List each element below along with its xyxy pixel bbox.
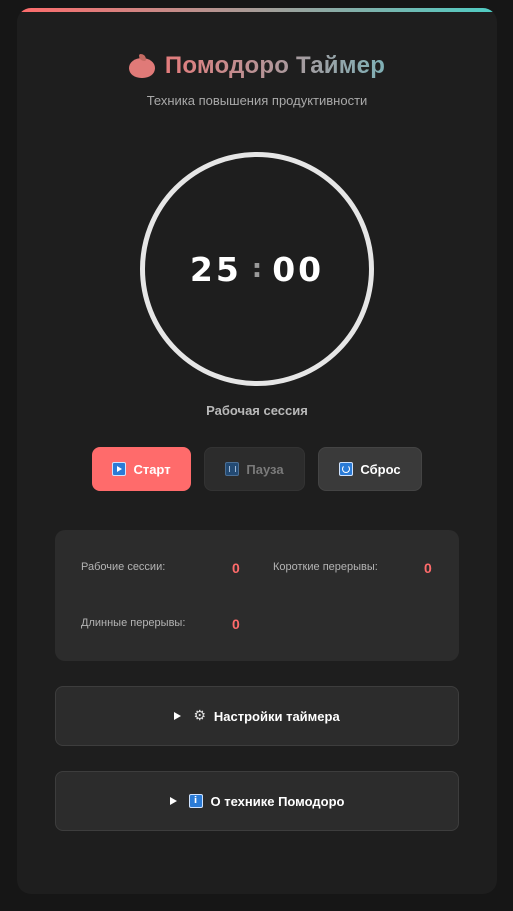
- reset-button[interactable]: Сброс: [318, 447, 422, 491]
- settings-accordion-label: Настройки таймера: [213, 708, 340, 724]
- start-button-label: Старт: [133, 461, 171, 477]
- long-breaks-value: 0: [232, 616, 240, 632]
- play-icon: [112, 462, 127, 476]
- expand-arrow-icon: [174, 712, 182, 720]
- timer-separator: :: [251, 254, 263, 284]
- start-button[interactable]: Старт: [92, 447, 191, 491]
- work-sessions-value: 0: [232, 560, 240, 576]
- pomodoro-card: Помодоро Таймер Техника повышения продук…: [17, 8, 497, 894]
- long-breaks-label: Длинные перерывы:: [81, 617, 186, 629]
- info-icon: i: [188, 794, 203, 808]
- reset-icon: [339, 462, 354, 476]
- short-breaks-label: Короткие перерывы:: [273, 561, 378, 573]
- gradient-top-bar: [17, 8, 497, 12]
- app-subtitle: Техника повышения продуктивности: [146, 93, 368, 108]
- timer-display: 25 : 00: [140, 152, 374, 386]
- timer-readout: 25 : 00: [190, 250, 324, 289]
- about-accordion-label: О технике Помодоро: [210, 793, 345, 809]
- gear-icon: ⚙: [193, 708, 206, 724]
- app-header: Помодоро Таймер: [17, 52, 497, 80]
- app-title: Помодоро Таймер: [164, 52, 386, 79]
- tomato-icon: [128, 54, 155, 78]
- reset-button-label: Сброс: [360, 461, 401, 477]
- pause-button[interactable]: Пауза: [204, 447, 305, 491]
- pause-icon: [225, 462, 240, 476]
- session-type-label: Рабочая сессия: [206, 403, 308, 418]
- expand-arrow-icon: [169, 797, 177, 805]
- pause-button-label: Пауза: [246, 461, 284, 477]
- timer-minutes: 25: [189, 249, 242, 289]
- settings-accordion[interactable]: ⚙ Настройки таймера: [55, 686, 459, 746]
- stats-panel: Рабочие сессии: 0 Короткие перерывы: 0 Д…: [55, 530, 459, 661]
- work-sessions-label: Рабочие сессии:: [81, 561, 166, 573]
- short-breaks-value: 0: [424, 560, 432, 576]
- timer-seconds: 00: [272, 249, 325, 289]
- about-accordion[interactable]: i О технике Помодоро: [55, 771, 459, 831]
